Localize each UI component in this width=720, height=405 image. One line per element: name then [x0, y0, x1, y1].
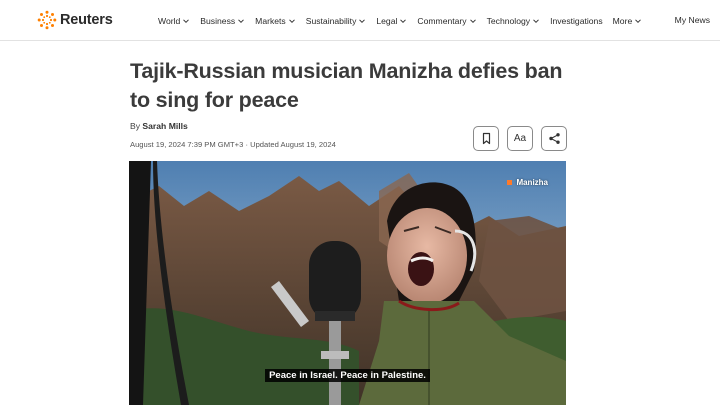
nav-item-label: Business: [200, 15, 236, 26]
chevron-down-icon: [399, 17, 407, 25]
nav-item-investigations[interactable]: Investigations: [550, 16, 603, 26]
article-dateline: August 19, 2024 7:39 PM GMT+3 · Updated …: [130, 140, 336, 149]
nav-item-label: Legal: [376, 15, 398, 26]
text-size-label: Aa: [513, 133, 527, 144]
by-prefix: By: [130, 121, 141, 131]
watermark-text: Manizha: [516, 178, 548, 187]
bookmark-icon: [482, 132, 490, 145]
subtitle-text: Peace in Israel. Peace in Palestine.: [265, 369, 430, 382]
chevron-down-icon: [182, 17, 190, 25]
article-video[interactable]: Manizha Peace in Israel. Peace in Palest…: [129, 161, 566, 405]
article-tools: Aa: [473, 126, 567, 151]
nav-item-label: Technology: [486, 15, 531, 26]
my-news-link[interactable]: My News: [675, 15, 710, 25]
nav-item-label: Sustainability: [305, 15, 357, 26]
text-size-button[interactable]: Aa: [507, 126, 533, 151]
chevron-down-icon: [358, 17, 366, 25]
video-watermark: Manizha: [507, 178, 548, 187]
reuters-logo[interactable]: Reuters: [37, 9, 113, 31]
reuters-logo-icon: [37, 10, 57, 30]
video-subtitle: Peace in Israel. Peace in Palestine.: [129, 365, 566, 383]
nav-item-label: Commentary: [417, 15, 467, 26]
nav-item-legal[interactable]: Legal: [376, 16, 407, 26]
nav-item-label: World: [158, 15, 181, 26]
chevron-down-icon: [288, 17, 296, 25]
chevron-down-icon: [634, 17, 642, 25]
nav-item-markets[interactable]: Markets: [255, 16, 296, 26]
nav-item-technology[interactable]: Technology: [487, 16, 540, 26]
nav-item-label: Investigations: [550, 15, 603, 26]
nav-item-more[interactable]: More: [613, 16, 643, 26]
chevron-down-icon: [237, 17, 245, 25]
nav-item-sustainability[interactable]: Sustainability: [306, 16, 367, 26]
author-link[interactable]: Sarah Mills: [142, 121, 187, 131]
chevron-down-icon: [469, 17, 477, 25]
main-nav: World Business Markets Sustainability Le…: [158, 13, 652, 28]
nav-item-label: More: [612, 15, 633, 26]
bookmark-button[interactable]: [473, 126, 499, 151]
site-header: Reuters World Business Markets Sustainab…: [0, 0, 720, 41]
share-icon: [548, 133, 560, 144]
share-button[interactable]: [541, 126, 567, 151]
nav-item-world[interactable]: World: [158, 16, 190, 26]
nav-item-label: Markets: [255, 15, 286, 26]
nav-item-business[interactable]: Business: [200, 16, 245, 26]
nav-item-commentary[interactable]: Commentary: [417, 16, 476, 26]
chevron-down-icon: [532, 17, 540, 25]
article-title: Tajik-Russian musician Manizha defies ba…: [130, 59, 563, 112]
reuters-dot-icon: [507, 180, 513, 185]
logo-text: Reuters: [60, 12, 113, 28]
byline: By Sarah Mills: [130, 121, 188, 131]
